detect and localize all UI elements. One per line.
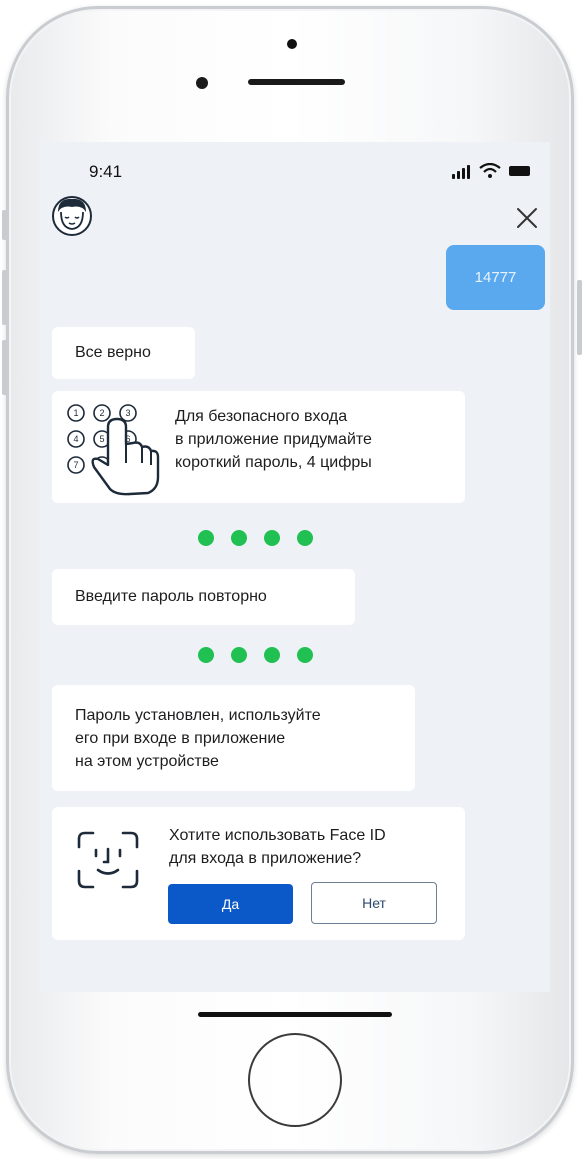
pin-dot bbox=[264, 530, 280, 546]
wifi-icon bbox=[479, 163, 501, 178]
pin-dot bbox=[264, 647, 280, 663]
bot-message-repeat: Введите пароль повторно bbox=[52, 569, 355, 625]
bot-message-line: его при входе в приложение bbox=[75, 730, 286, 747]
keypad-hand-icon: 1 2 3 4 5 6 7 8 bbox=[67, 404, 160, 496]
status-time: 9:41 bbox=[89, 162, 123, 181]
keypad-digit: 4 bbox=[73, 434, 78, 444]
power-button bbox=[577, 280, 582, 355]
user-message-code: 14777 bbox=[446, 245, 545, 310]
pin-dots-first bbox=[198, 530, 313, 546]
bot-message-create-pin: 1 2 3 4 5 6 7 8 Для безопасного входа в … bbox=[52, 391, 465, 503]
status-icons bbox=[452, 163, 542, 179]
proximity-sensor bbox=[287, 39, 297, 49]
face-id-icon bbox=[77, 831, 139, 889]
home-indicator[interactable] bbox=[198, 1012, 392, 1017]
faceid-yes-button[interactable]: Да bbox=[168, 884, 293, 924]
pin-dots-second bbox=[198, 647, 313, 663]
pin-dot bbox=[198, 647, 214, 663]
keypad-digit: 7 bbox=[73, 460, 78, 470]
assistant-avatar-icon bbox=[52, 196, 92, 236]
keypad-digit: 2 bbox=[99, 408, 104, 418]
pin-dot bbox=[297, 647, 313, 663]
bot-message-line: в приложение придумайте bbox=[175, 431, 372, 448]
faceid-no-button[interactable]: Нет bbox=[311, 882, 437, 924]
pin-dot bbox=[231, 647, 247, 663]
home-button[interactable] bbox=[248, 1033, 342, 1127]
bot-message-line: Пароль установлен, используйте bbox=[75, 707, 321, 724]
faceid-question-line: для входа в приложение? bbox=[169, 850, 362, 867]
signal-bar-icon bbox=[457, 171, 460, 179]
signal-bar-icon bbox=[467, 165, 470, 179]
volume-up-button bbox=[2, 270, 7, 325]
keypad-digit: 1 bbox=[73, 408, 78, 418]
bot-message-confirm: Все верно bbox=[52, 327, 195, 379]
earpiece-speaker bbox=[248, 79, 345, 85]
keypad-digit: 5 bbox=[99, 434, 104, 444]
front-camera bbox=[196, 77, 208, 89]
bot-message-line: короткий пароль, 4 цифры bbox=[175, 454, 372, 471]
mute-switch bbox=[2, 210, 7, 240]
keypad-digit: 3 bbox=[125, 408, 130, 418]
signal-bar-icon bbox=[462, 168, 465, 179]
pin-dot bbox=[297, 530, 313, 546]
close-icon[interactable] bbox=[512, 203, 542, 233]
bot-message-line: на этом устройстве bbox=[75, 753, 219, 770]
battery-icon bbox=[509, 166, 530, 176]
bot-message-pin-set: Пароль установлен, используйте его при в… bbox=[52, 685, 415, 791]
signal-bar-icon bbox=[452, 174, 455, 179]
pin-dot bbox=[198, 530, 214, 546]
volume-down-button bbox=[2, 340, 7, 395]
faceid-question-line: Хотите использовать Face ID bbox=[169, 827, 386, 844]
pin-dot bbox=[231, 530, 247, 546]
bot-message-line: Для безопасного входа bbox=[175, 408, 348, 425]
